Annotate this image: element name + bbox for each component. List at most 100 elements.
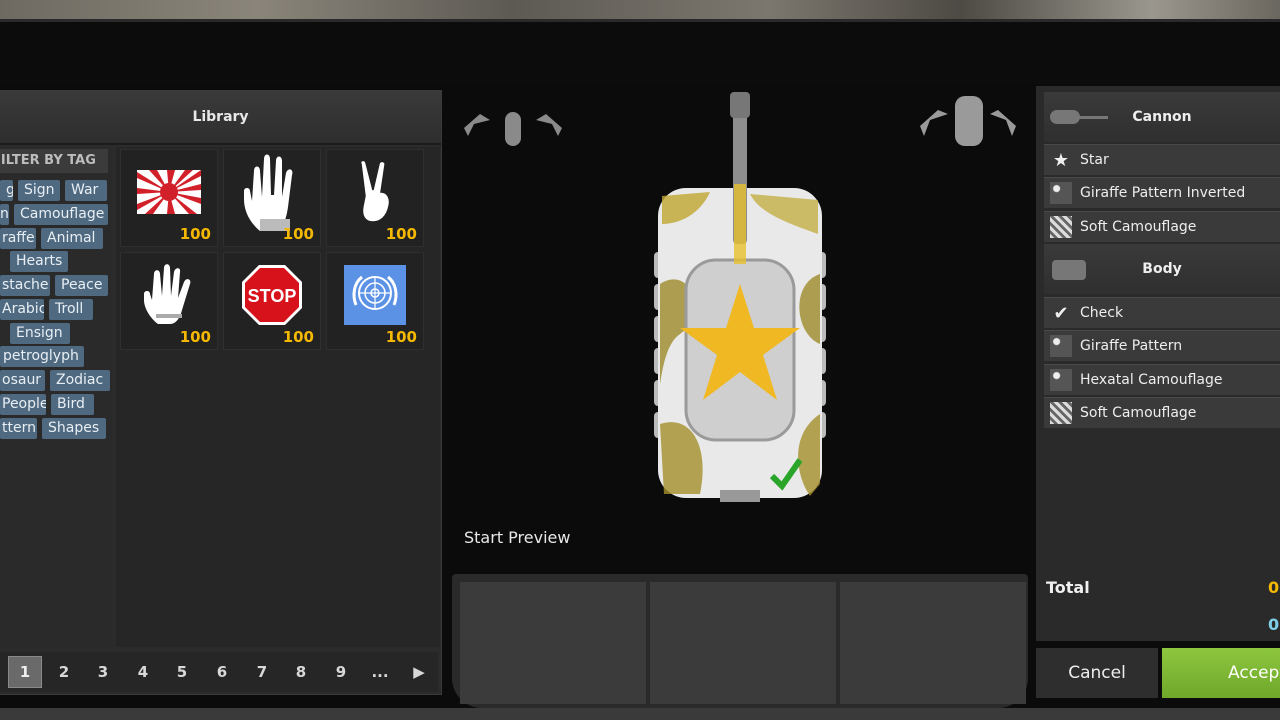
tag-people[interactable]: People xyxy=(0,394,46,415)
decal-slot-3[interactable] xyxy=(840,582,1026,704)
decal-stop-sign[interactable]: STOP 100 xyxy=(223,252,321,350)
decal-price: 100 xyxy=(179,225,211,243)
pagination: 1 2 3 4 5 6 7 8 9 ... ▶ xyxy=(0,652,438,692)
body-icon xyxy=(1052,260,1086,280)
next-page-arrow-icon[interactable]: ▶ xyxy=(402,656,436,688)
tag-shapes[interactable]: Shapes xyxy=(42,418,106,439)
tag-arabic[interactable]: Arabic xyxy=(0,299,44,320)
tag-moustache[interactable]: stache xyxy=(0,275,50,296)
decal-price: 100 xyxy=(282,328,314,346)
decal-grid: 100 100 100 100 STOP 100 100 xyxy=(116,147,440,647)
page-2[interactable]: 2 xyxy=(47,656,81,688)
decal-price: 100 xyxy=(282,225,314,243)
mouse-rotate-right-icon xyxy=(920,96,1016,146)
library-panel: Library FILTER BY TAG g Sign War n Camou… xyxy=(0,90,442,695)
body-item-check[interactable]: ✔ Check xyxy=(1044,297,1280,328)
body-title: Body xyxy=(1142,261,1182,277)
tag-bird[interactable]: Bird xyxy=(51,394,94,415)
total-gold: 0 xyxy=(1268,578,1280,597)
decal-price: 100 xyxy=(385,225,417,243)
giraffe-pattern-icon xyxy=(1050,182,1072,204)
page-7[interactable]: 7 xyxy=(245,656,279,688)
cannon-item-star[interactable]: ★ Star xyxy=(1044,144,1280,175)
cancel-button[interactable]: Cancel xyxy=(1036,648,1158,698)
tank-preview-svg xyxy=(464,92,1016,502)
item-label: Star xyxy=(1080,152,1109,168)
item-label: Giraffe Pattern xyxy=(1080,338,1183,354)
tag-flag[interactable]: g xyxy=(0,180,13,201)
tank-model xyxy=(654,92,826,502)
open-hand-icon xyxy=(142,264,196,330)
page-6[interactable]: 6 xyxy=(205,656,239,688)
decal-open-hand[interactable]: 100 xyxy=(120,252,218,350)
tag-hearts[interactable]: Hearts xyxy=(10,251,68,272)
camouflage-icon xyxy=(1050,402,1072,424)
giraffe-pattern-icon xyxy=(1050,335,1072,357)
page-1[interactable]: 1 xyxy=(8,656,42,688)
page-5[interactable]: 5 xyxy=(165,656,199,688)
tag-sign[interactable]: Sign xyxy=(18,180,60,201)
item-label: Soft Camouflage xyxy=(1080,219,1197,235)
decal-slot-2[interactable] xyxy=(650,582,836,704)
accept-label: Accept xyxy=(1228,663,1280,683)
svg-text:STOP: STOP xyxy=(248,286,297,306)
tag-petroglyph[interactable]: petroglyph xyxy=(0,346,84,367)
star-icon: ★ xyxy=(1052,149,1070,171)
tag-ensign[interactable]: Ensign xyxy=(10,323,70,344)
top-band xyxy=(0,22,1280,84)
decal-price: 100 xyxy=(179,328,211,346)
united-nations-flag-icon xyxy=(344,265,406,329)
cannon-icon xyxy=(1050,110,1108,124)
tank-preview-area[interactable] xyxy=(450,84,1030,572)
tag-animal[interactable]: Animal xyxy=(41,228,103,249)
item-label: Giraffe Pattern Inverted xyxy=(1080,185,1246,201)
applied-decals-panel: Cannon ★ Star Giraffe Pattern Inverted S… xyxy=(1036,86,1280,641)
decal-slot-1[interactable] xyxy=(460,582,646,704)
decal-vulcan-hand[interactable]: 100 xyxy=(223,149,321,247)
page-9[interactable]: 9 xyxy=(324,656,358,688)
bottom-edge xyxy=(0,708,1280,720)
filter-heading: FILTER BY TAG xyxy=(0,149,108,173)
page-3[interactable]: 3 xyxy=(86,656,120,688)
tag-peace[interactable]: Peace xyxy=(55,275,108,296)
hex-camouflage-icon xyxy=(1050,369,1072,391)
decal-slots xyxy=(452,574,1028,708)
accept-button[interactable]: Accept xyxy=(1162,648,1280,698)
body-item-soft-camouflage[interactable]: Soft Camouflage xyxy=(1044,397,1280,428)
item-label: Check xyxy=(1080,305,1124,321)
body-item-giraffe[interactable]: Giraffe Pattern xyxy=(1044,330,1280,361)
background-scenery xyxy=(0,0,1280,22)
camouflage-icon xyxy=(1050,216,1072,238)
decal-price: 100 xyxy=(385,328,417,346)
check-icon: ✔ xyxy=(1053,302,1069,324)
start-preview-button[interactable]: Start Preview xyxy=(464,528,570,547)
cannon-item-giraffe-inverted[interactable]: Giraffe Pattern Inverted xyxy=(1044,177,1280,208)
tag-camouflage[interactable]: Camouflage xyxy=(14,204,108,225)
total-credits: 0 xyxy=(1268,615,1280,634)
item-label: Hexatal Camouflage xyxy=(1080,372,1223,388)
peace-sign-hand-icon xyxy=(355,159,395,228)
cannon-item-soft-camouflage[interactable]: Soft Camouflage xyxy=(1044,211,1280,242)
decal-rising-sun[interactable]: 100 xyxy=(120,149,218,247)
decal-peace-hand[interactable]: 100 xyxy=(326,149,424,247)
tag-fish[interactable]: n xyxy=(0,204,9,225)
tag-filter-column: FILTER BY TAG g Sign War n Camouflage ra… xyxy=(0,147,112,647)
decal-un-flag[interactable]: 100 xyxy=(326,252,424,350)
tag-zodiac[interactable]: Zodiac xyxy=(50,370,110,391)
page-ellipsis[interactable]: ... xyxy=(363,656,397,688)
body-item-hexatal-camouflage[interactable]: Hexatal Camouflage xyxy=(1044,364,1280,395)
cannon-title: Cannon xyxy=(1132,109,1192,125)
library-title: Library xyxy=(0,91,441,145)
tag-war[interactable]: War xyxy=(65,180,107,201)
mouse-rotate-left-icon xyxy=(464,112,562,146)
item-label: Soft Camouflage xyxy=(1080,405,1197,421)
page-8[interactable]: 8 xyxy=(284,656,318,688)
tag-pattern[interactable]: ttern xyxy=(0,418,37,439)
total-label: Total xyxy=(1046,578,1090,597)
stop-sign-icon: STOP xyxy=(241,264,303,330)
rising-sun-flag-icon xyxy=(137,170,201,218)
tag-giraffe[interactable]: raffe xyxy=(0,228,36,249)
page-4[interactable]: 4 xyxy=(126,656,160,688)
tag-troll[interactable]: Troll xyxy=(49,299,93,320)
tag-dinosaur[interactable]: osaur xyxy=(0,370,45,391)
